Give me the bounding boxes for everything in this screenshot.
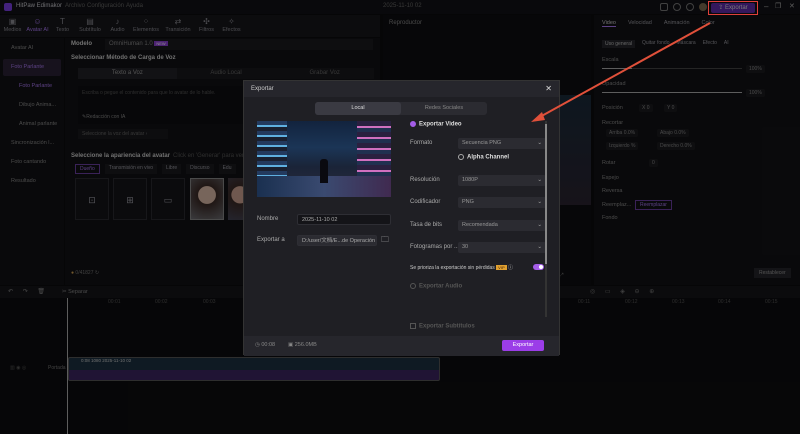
annotation-arrow: [531, 22, 711, 122]
arrow-line: [537, 22, 711, 119]
arrow-head: [531, 112, 545, 122]
